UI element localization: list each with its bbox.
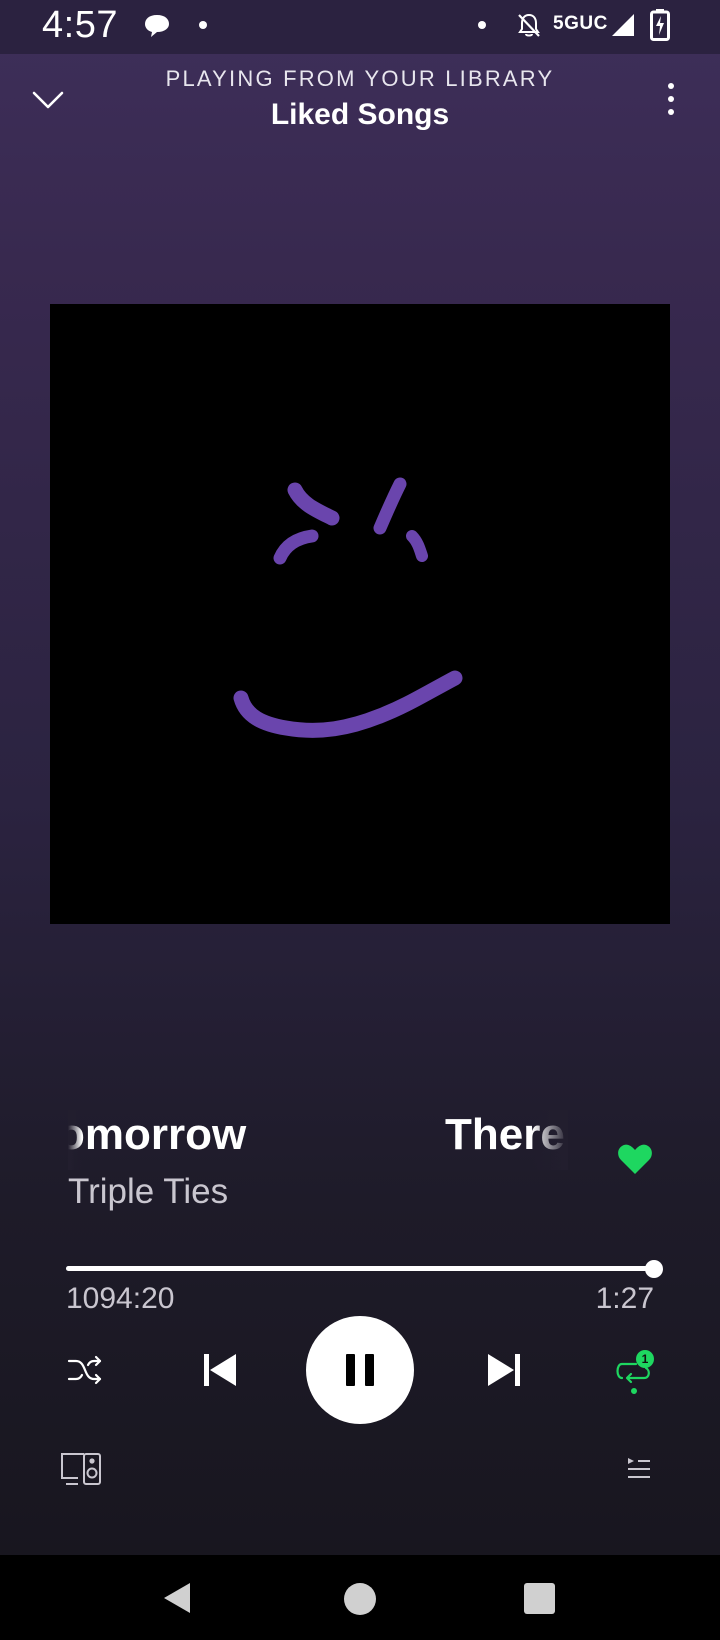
pause-icon xyxy=(346,1354,355,1386)
more-options-icon[interactable] xyxy=(656,80,686,120)
progress-thumb[interactable] xyxy=(645,1260,663,1278)
repeat-one-button[interactable]: 1 xyxy=(612,1350,658,1400)
nav-recents-icon[interactable] xyxy=(524,1583,555,1614)
total-time: 1:27 xyxy=(595,1282,654,1315)
connect-devices-icon[interactable] xyxy=(60,1452,102,1486)
notification-dot-icon xyxy=(199,21,207,29)
smiley-face-artwork xyxy=(233,477,463,738)
progress-bar[interactable] xyxy=(66,1266,656,1271)
marquee-fade-left xyxy=(68,1110,82,1170)
shuffle-icon[interactable] xyxy=(66,1352,104,1388)
status-bar: 4:57 5GUC xyxy=(0,0,720,54)
bell-off-icon xyxy=(518,13,540,37)
queue-icon[interactable] xyxy=(626,1456,652,1482)
track-artist[interactable]: Triple Ties xyxy=(68,1172,228,1212)
repeat-count-badge: 1 xyxy=(636,1350,654,1368)
playing-from-label: PLAYING FROM YOUR LIBRARY xyxy=(165,66,555,91)
playlist-title[interactable]: Liked Songs xyxy=(0,98,720,132)
skip-next-icon[interactable] xyxy=(484,1350,524,1390)
notification-dot-icon xyxy=(478,21,486,29)
heart-filled-icon[interactable] xyxy=(616,1140,654,1178)
nav-back-icon[interactable] xyxy=(160,1580,196,1616)
status-time: 4:57 xyxy=(42,4,118,46)
progress-fill xyxy=(66,1266,656,1271)
pause-button[interactable] xyxy=(306,1316,414,1424)
marquee-fade-right xyxy=(532,1110,568,1170)
chat-notification-icon xyxy=(145,15,169,37)
elapsed-time: 1094:20 xyxy=(66,1282,175,1315)
skip-previous-icon[interactable] xyxy=(200,1350,240,1390)
track-title-current: omorrow xyxy=(68,1110,247,1159)
album-art xyxy=(50,304,670,924)
pause-icon xyxy=(365,1354,374,1386)
track-title[interactable]: omorrow There xyxy=(68,1110,568,1170)
battery-charging-icon xyxy=(650,9,670,41)
network-type: 5GUC xyxy=(553,13,608,34)
nav-home-icon[interactable] xyxy=(344,1583,376,1615)
signal-icon xyxy=(612,14,634,36)
